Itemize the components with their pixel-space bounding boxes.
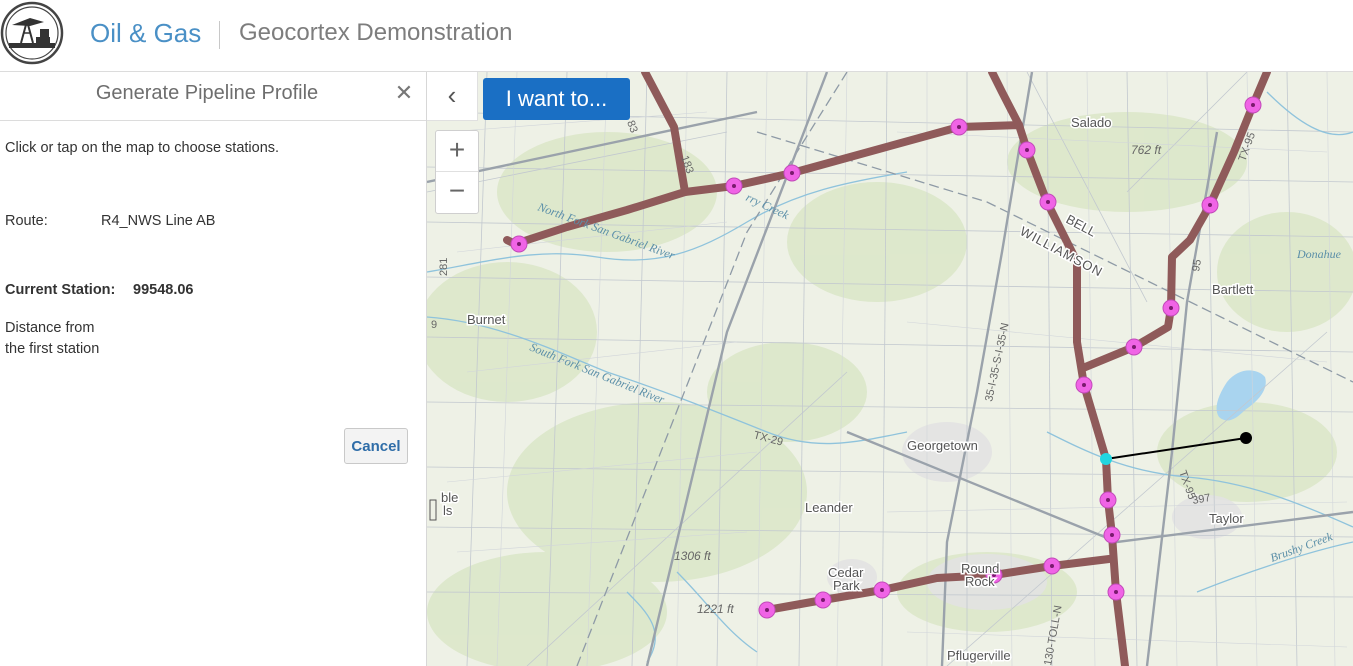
station-marker[interactable]	[725, 177, 743, 195]
station-marker[interactable]	[510, 235, 528, 253]
highway-label: 9	[431, 319, 437, 331]
pipeline-profile-panel: Generate Pipeline Profile ✕ Click or tap…	[0, 72, 427, 666]
place-label: Leander	[805, 500, 853, 515]
place-label: Burnet	[467, 312, 506, 327]
station-marker[interactable]	[758, 601, 776, 619]
cancel-button[interactable]: Cancel	[344, 428, 408, 464]
station-marker[interactable]	[1103, 526, 1121, 544]
station-marker[interactable]	[1099, 491, 1117, 509]
map-view[interactable]: Salado Bartlett Burnet Georgetown Leande…	[427, 72, 1353, 666]
station-marker[interactable]	[1107, 583, 1125, 601]
place-label: Park	[833, 578, 860, 593]
header-divider	[219, 21, 220, 49]
app-title: Oil & Gas	[90, 18, 202, 48]
route-label: Route:	[5, 213, 48, 229]
oil-derrick-icon[interactable]	[0, 1, 64, 65]
place-label: Pflugerville	[947, 648, 1011, 663]
app-subtitle: Geocortex Demonstration	[239, 19, 513, 46]
station-marker[interactable]	[873, 581, 891, 599]
place-label: Salado	[1071, 115, 1111, 130]
zoom-in-button[interactable]: +	[436, 131, 478, 172]
zoom-control: + −	[435, 130, 479, 214]
elevation-label: 1221 ft	[697, 602, 734, 616]
station-marker[interactable]	[1201, 196, 1219, 214]
station-marker[interactable]	[1075, 376, 1093, 394]
station-marker[interactable]	[1244, 96, 1262, 114]
highway-label: 95	[1190, 258, 1204, 272]
river-label: Donahue	[1296, 247, 1342, 261]
station-marker[interactable]	[1125, 338, 1143, 356]
chevron-left-icon[interactable]: ‹	[427, 72, 478, 121]
instructions-text: Click or tap on the map to choose statio…	[5, 140, 280, 156]
place-label: Georgetown	[907, 438, 978, 453]
highway-label: 281	[438, 258, 450, 276]
station-marker[interactable]	[783, 164, 801, 182]
panel-title: Generate Pipeline Profile	[95, 82, 319, 104]
route-value: R4_NWS Line AB	[101, 213, 216, 229]
station-marker[interactable]	[814, 591, 832, 609]
app-header: Oil & Gas Geocortex Demonstration	[0, 0, 1353, 72]
current-station-value: 99548.06	[133, 282, 194, 298]
elevation-label: 762 ft	[1131, 143, 1162, 157]
panel-divider	[0, 120, 426, 121]
place-label: Bartlett	[1212, 282, 1254, 297]
i-want-to-button[interactable]: I want to...	[483, 78, 630, 120]
place-label: ls	[443, 503, 453, 518]
station-marker[interactable]	[1018, 141, 1036, 159]
close-icon[interactable]: ✕	[392, 80, 416, 106]
distance-label: Distance from the first station	[5, 320, 100, 357]
current-station-marker[interactable]	[1100, 453, 1112, 465]
station-marker[interactable]	[950, 118, 968, 136]
place-label: Taylor	[1209, 511, 1244, 526]
current-station-label: Current Station:	[5, 282, 116, 298]
station-marker[interactable]	[1043, 557, 1061, 575]
zoom-out-button[interactable]: −	[436, 172, 478, 212]
elevation-label: 1306 ft	[674, 549, 711, 563]
place-label: Rock	[965, 574, 995, 589]
station-marker[interactable]	[1162, 299, 1180, 317]
measure-end-point[interactable]	[1240, 432, 1252, 444]
map-canvas[interactable]: Salado Bartlett Burnet Georgetown Leande…	[427, 72, 1353, 666]
station-marker[interactable]	[1039, 193, 1057, 211]
